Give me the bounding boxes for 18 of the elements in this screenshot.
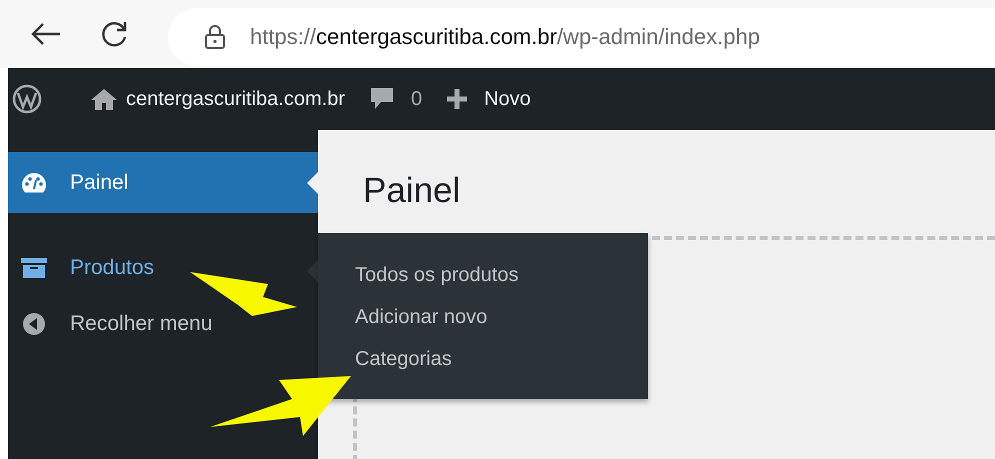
site-name-link[interactable]: centergascuritiba.com.br [126,84,345,114]
archive-box-icon [21,257,47,279]
wordpress-logo-icon[interactable] [12,84,42,114]
page-title: Painel [363,170,462,212]
submenu-item[interactable]: Todos os produtos [355,259,518,291]
new-content-link[interactable]: Novo [484,84,531,114]
reload-icon[interactable] [99,19,129,49]
home-icon[interactable] [90,87,118,111]
dashboard-gauge-icon [21,172,47,194]
lock-icon[interactable] [204,24,226,50]
sidebar-menu-item[interactable]: Painel [8,152,318,213]
back-arrow-icon[interactable] [30,22,62,46]
plus-icon[interactable] [446,88,468,110]
submenu-item[interactable]: Adicionar novo [355,301,488,333]
sidebar-menu-item[interactable]: Recolher menu [8,296,318,352]
submenu-item[interactable]: Categorias [355,343,452,375]
comment-count[interactable]: 0 [410,84,422,114]
sidebar-menu-item[interactable]: Produtos [8,240,318,296]
